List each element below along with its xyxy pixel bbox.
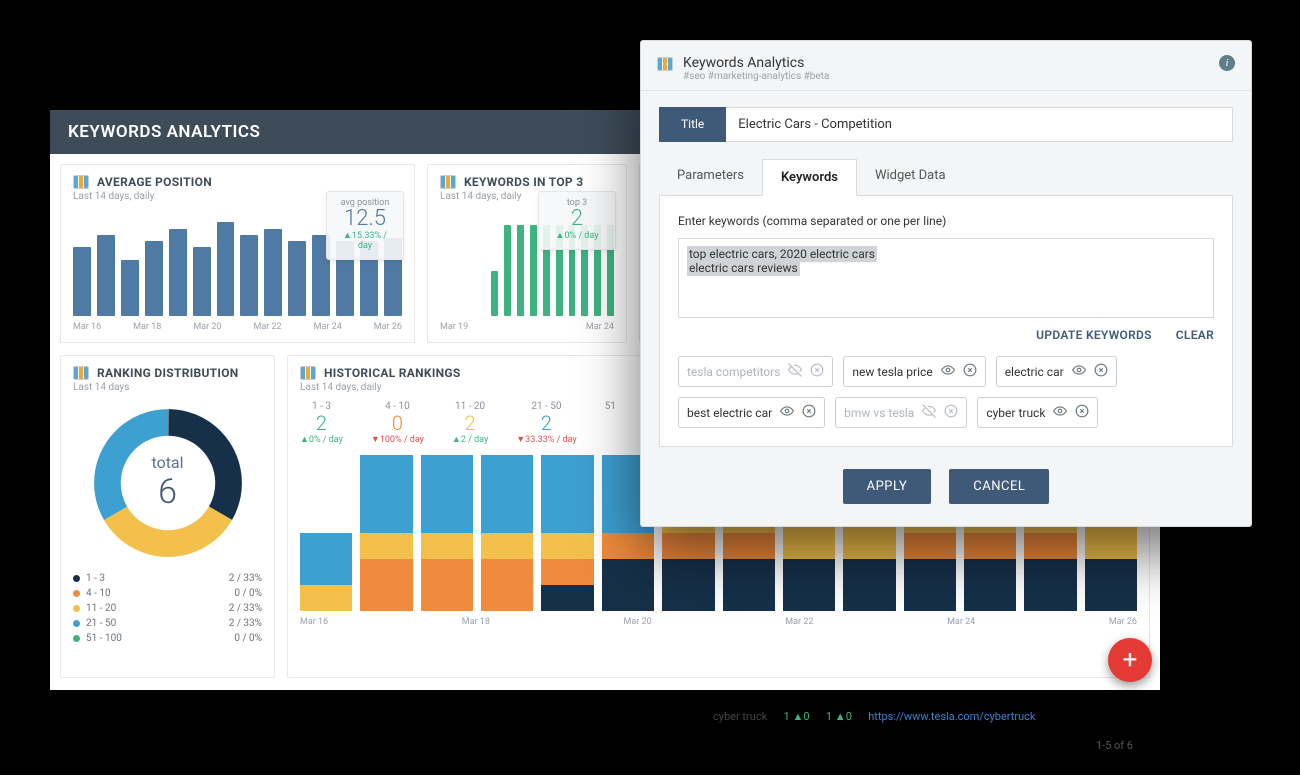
keyword-chip[interactable]: best electric car [678, 397, 825, 428]
keyword-chip[interactable]: bmw vs tesla [835, 397, 967, 428]
apply-button[interactable]: APPLY [843, 469, 932, 504]
eye-icon[interactable] [1072, 363, 1086, 380]
remove-icon[interactable] [1094, 363, 1108, 380]
eye-icon[interactable] [780, 404, 794, 421]
chart-icon [300, 366, 316, 380]
tab-parameters[interactable]: Parameters [659, 158, 762, 195]
x-axis: Mar 16Mar 18Mar 20Mar 22Mar 24Mar 26 [73, 322, 402, 332]
widget-config-modal: Keywords Analytics #seo #marketing-analy… [640, 40, 1252, 527]
widget-title: AVERAGE POSITION [97, 175, 212, 189]
widget-ranking-distribution[interactable]: RANKING DISTRIBUTION Last 14 days total … [60, 355, 275, 678]
widget-keywords-top3[interactable]: KEYWORDS IN TOP 3 Last 14 days, daily to… [427, 164, 627, 343]
update-keywords-button[interactable]: UPDATE KEYWORDS [1036, 328, 1152, 342]
tab-keywords[interactable]: Keywords [762, 159, 857, 196]
remove-icon[interactable] [810, 363, 824, 380]
widget-title: RANKING DISTRIBUTION [97, 366, 239, 380]
widget-title: KEYWORDS IN TOP 3 [464, 175, 583, 189]
title-label: Title [659, 107, 726, 142]
chip-label: tesla competitors [687, 365, 780, 379]
x-axis: Mar 19Mar 24 [440, 322, 614, 332]
donut-center: total 6 [151, 453, 183, 512]
chart-icon [440, 175, 456, 189]
keyword-chip[interactable]: cyber truck [977, 397, 1098, 428]
keyword-chip-list: tesla competitors new tesla price electr… [678, 356, 1214, 428]
keyword-chip[interactable]: tesla competitors [678, 356, 833, 387]
clear-button[interactable]: CLEAR [1176, 328, 1214, 342]
modal-tags: #seo #marketing-analytics #beta [683, 71, 829, 82]
eye-icon[interactable] [1053, 404, 1067, 421]
keyword-chip[interactable]: electric car [996, 356, 1117, 387]
widget-title: HISTORICAL RANKINGS [324, 366, 461, 380]
tab-bar: Parameters Keywords Widget Data [659, 158, 1233, 196]
widget-subtitle: Last 14 days [73, 382, 262, 393]
info-icon[interactable]: i [1219, 55, 1235, 71]
cancel-button[interactable]: CANCEL [949, 469, 1049, 504]
eye-off-icon[interactable] [922, 404, 936, 421]
chart-icon [73, 175, 89, 189]
legend: 1 - 32 / 33%4 - 100 / 0%11 - 202 / 33%21… [73, 571, 262, 646]
remove-icon[interactable] [802, 404, 816, 421]
keywords-hint: Enter keywords (comma separated or one p… [678, 214, 1214, 228]
chip-label: new tesla price [852, 365, 932, 379]
chip-label: cyber truck [986, 406, 1045, 420]
remove-icon[interactable] [944, 404, 958, 421]
chart-icon [657, 57, 673, 71]
plus-icon: + [1123, 645, 1138, 675]
modal-title: Keywords Analytics [683, 55, 829, 71]
remove-icon[interactable] [963, 363, 977, 380]
tab-panel-keywords: Enter keywords (comma separated or one p… [659, 196, 1233, 447]
chip-label: electric car [1005, 365, 1064, 379]
eye-icon[interactable] [941, 363, 955, 380]
table-row: cyber truck 1 ▲0 1 ▲0 https://www.tesla.… [713, 710, 1203, 752]
tab-widget-data[interactable]: Widget Data [857, 158, 964, 195]
chip-label: bmw vs tesla [844, 406, 914, 420]
widget-average-position[interactable]: AVERAGE POSITION Last 14 days, daily avg… [60, 164, 415, 343]
title-input[interactable] [726, 107, 1233, 142]
metric-badge: avg position 12.5 ▲15.33% / day [326, 191, 404, 260]
x-axis: Mar 16Mar 18Mar 20Mar 22Mar 24Mar 26 [300, 617, 1137, 627]
pager: 1-5 of 6 [713, 739, 1203, 752]
eye-off-icon[interactable] [788, 363, 802, 380]
add-button[interactable]: + [1108, 638, 1152, 682]
metric-badge: top 3 2 ▲0% / day [538, 191, 616, 250]
remove-icon[interactable] [1075, 404, 1089, 421]
chip-label: best electric car [687, 406, 772, 420]
result-link[interactable]: https://www.tesla.com/cybertruck [868, 710, 1035, 723]
chart-icon [73, 366, 89, 380]
keywords-textarea[interactable]: top electric cars, 2020 electric cars el… [678, 238, 1214, 318]
keyword-chip[interactable]: new tesla price [843, 356, 985, 387]
